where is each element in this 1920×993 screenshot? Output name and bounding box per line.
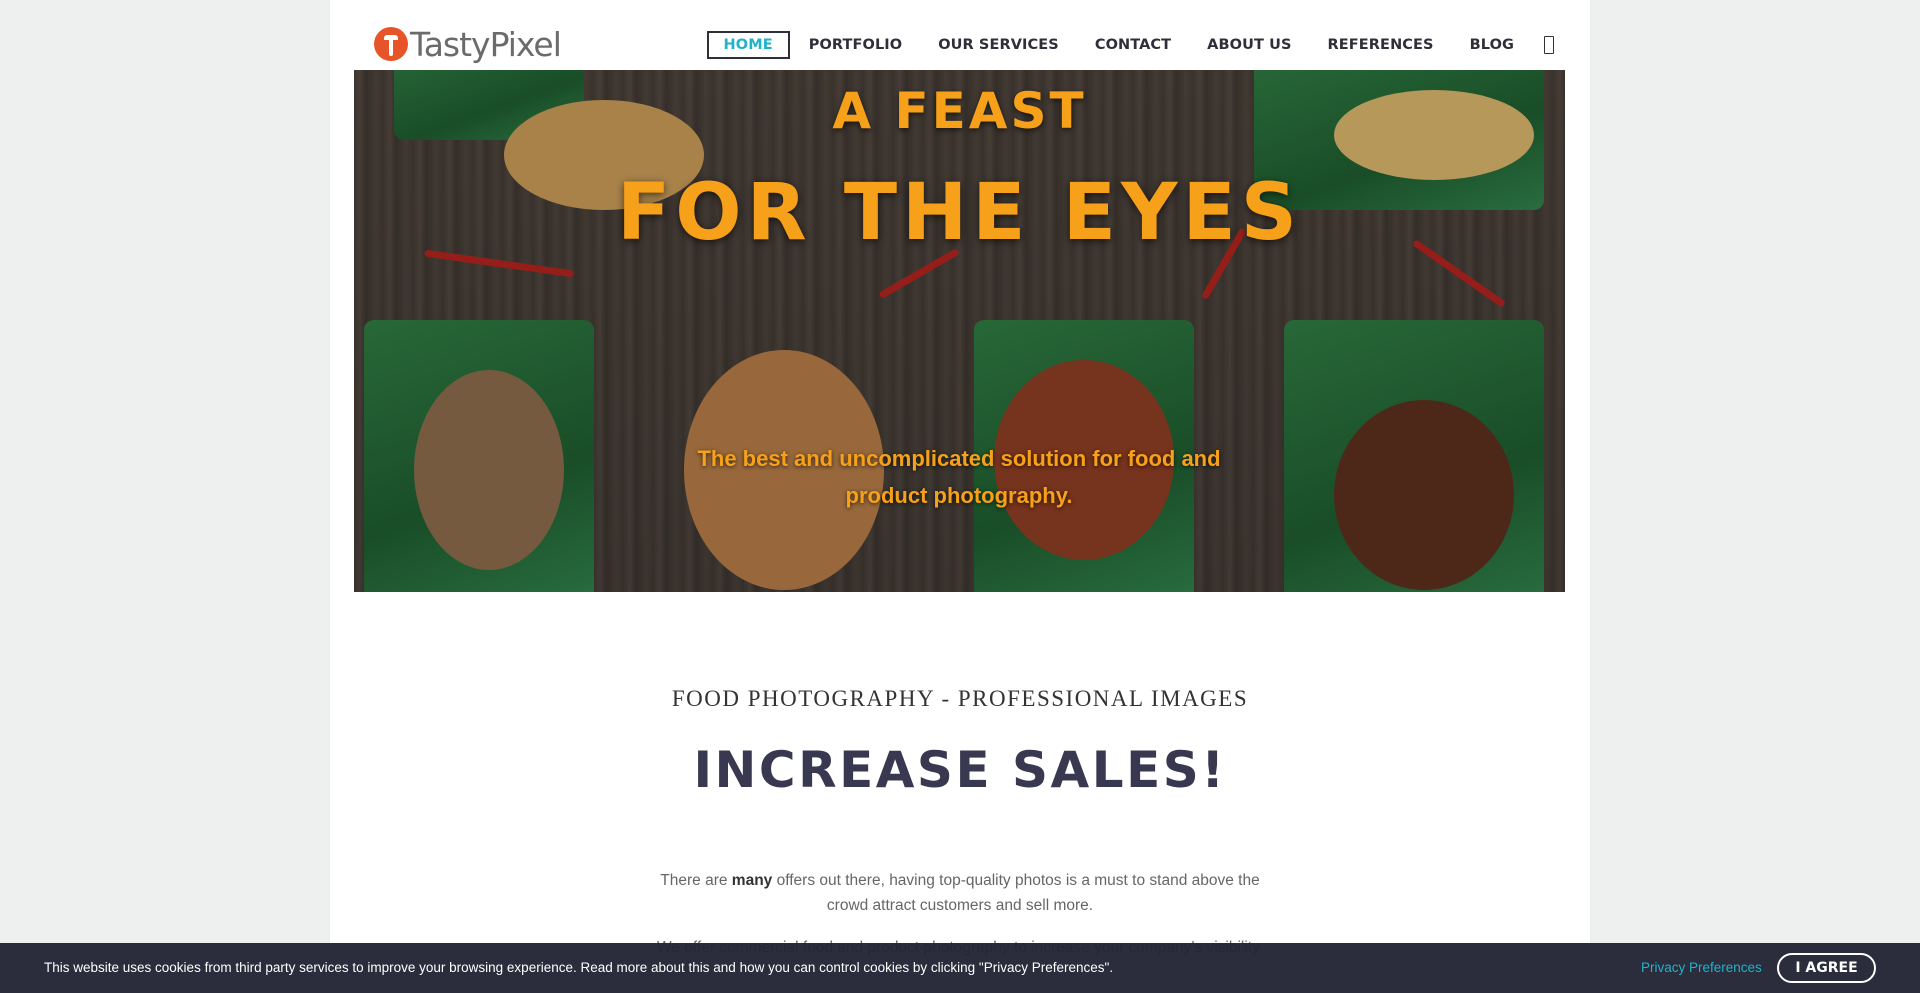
section-eyebrow: FOOD PHOTOGRAPHY - PROFESSIONAL IMAGES [671,686,1249,711]
nav-contact[interactable]: CONTACT [1095,37,1171,53]
page-container: TastyPixel HOME PORTFOLIO OUR SERVICES C… [330,0,1590,993]
agree-button[interactable]: I AGREE [1777,953,1876,983]
logo-icon [374,27,408,61]
nav-about-us[interactable]: ABOUT US [1207,37,1291,53]
nav-our-services[interactable]: OUR SERVICES [938,37,1059,53]
search-icon[interactable] [1544,36,1554,54]
logo-text: TastyPixel [410,24,562,64]
intro-emphasis: many [731,872,773,889]
privacy-preferences-link[interactable]: Privacy Preferences [1641,960,1762,975]
section-headline: INCREASE SALES! [693,741,1227,799]
cookie-message: This website uses cookies from third par… [44,960,1114,975]
nav-blog[interactable]: BLOG [1470,37,1514,53]
intro-text: There are [660,872,732,889]
nav-portfolio[interactable]: PORTFOLIO [809,37,902,53]
hero-banner: A FEAST FOR THE EYES The best and uncomp… [354,70,1565,592]
nav-home[interactable]: HOME [706,31,790,59]
cookie-bar: This website uses cookies from third par… [0,943,1920,993]
site-header: TastyPixel HOME PORTFOLIO OUR SERVICES C… [330,0,1590,70]
nav-references[interactable]: REFERENCES [1328,37,1434,53]
intro-text: offers out there, having top-quality pho… [772,872,1260,914]
intro-paragraph: There are many offers out there, having … [660,868,1260,918]
site-logo[interactable]: TastyPixel [374,22,562,66]
hero-title: FOR THE EYES [617,168,1302,258]
hero-kicker: A FEAST [832,82,1087,140]
main-nav: HOME PORTFOLIO OUR SERVICES CONTACT ABOU… [706,31,1554,59]
hero-subtitle: The best and uncomplicated solution for … [697,446,1221,508]
